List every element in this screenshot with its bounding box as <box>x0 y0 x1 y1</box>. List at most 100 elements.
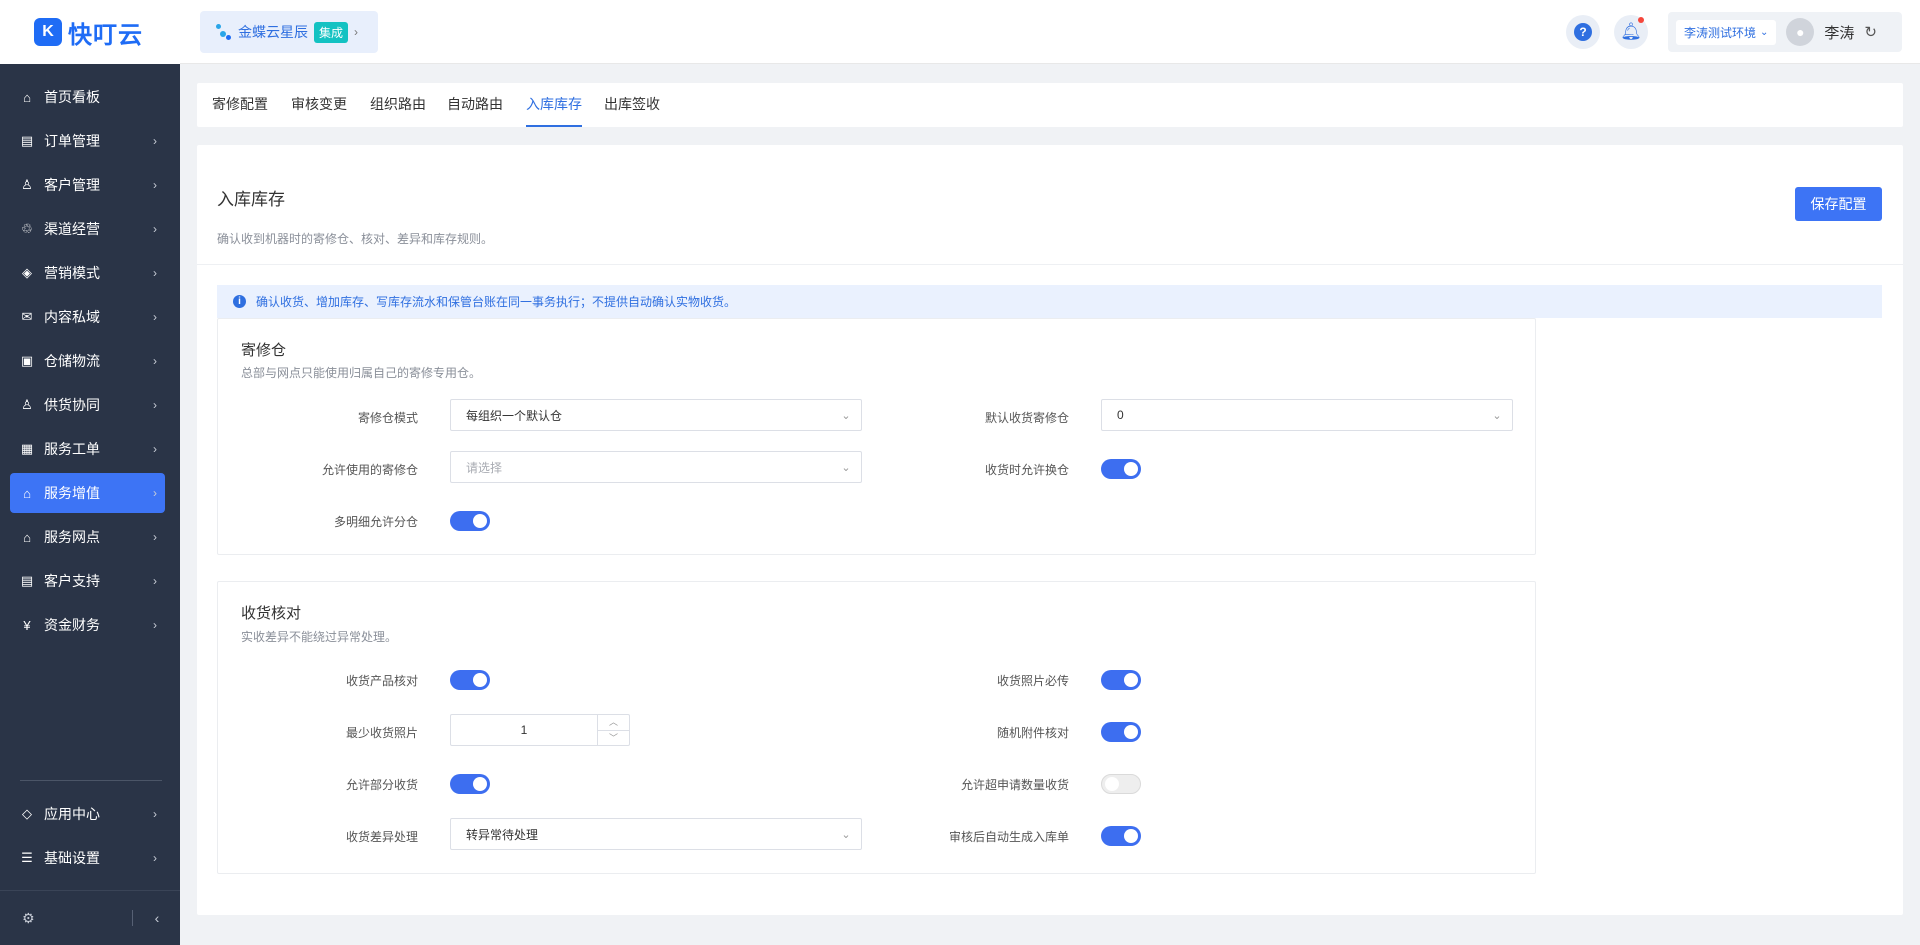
sidebar-item[interactable]: ▤ 订单管理 › <box>10 121 165 161</box>
select-value: 转异常待处理 <box>466 827 539 842</box>
notification-button[interactable]: 🔔︎ <box>1614 15 1648 49</box>
section-title: 寄修仓 <box>241 342 287 359</box>
sidebar-item-label: 服务工单 <box>44 441 100 457</box>
select-value: 0 <box>1117 408 1124 422</box>
chevron-right-icon: › <box>153 310 157 324</box>
nav-icon: ♙ <box>21 397 33 412</box>
field-label: 收货照片必传 <box>996 674 1069 688</box>
sidebar-item-label: 渠道经营 <box>44 221 100 237</box>
sidebar-nav-bottom: ◇ 应用中心 › ☰ 基础设置 › <box>10 794 165 882</box>
avatar[interactable]: ● <box>1786 18 1815 46</box>
field-label: 收货时允许换仓 <box>984 463 1069 477</box>
chevron-down-icon: ⌄ <box>841 461 851 474</box>
chevron-down-icon: ⌄ <box>1492 409 1502 422</box>
chevron-right-icon: › <box>153 807 157 821</box>
nav-icon: ⌂ <box>23 89 31 105</box>
help-button[interactable]: ? <box>1566 15 1600 49</box>
nav-icon: ⌂ <box>23 529 31 545</box>
brand-logo-icon <box>216 23 232 41</box>
sidebar-item-label: 应用中心 <box>44 806 100 822</box>
chevron-down-icon: ⌄ <box>1760 26 1769 38</box>
sidebar-item[interactable]: ◇ 应用中心 › <box>10 794 165 834</box>
sidebar-item[interactable]: ⌂ 首页看板 <box>10 77 165 117</box>
sidebar-item-label: 服务网点 <box>44 529 100 545</box>
difference-handling-select[interactable]: 转异常待处理 ⌄ <box>450 818 862 850</box>
sidebar-footer: ⚙ ‹ <box>0 890 180 945</box>
sidebar: K 快叮云 ⌂ 首页看板 ▤ 订单管理 › ♙ 客户管理 › ♲ 渠道经营 › ◈ 营销模式 › ✉ 内容私域… <box>0 0 180 945</box>
tab[interactable]: 组织路由 <box>370 83 426 127</box>
product-check-toggle[interactable] <box>450 670 490 690</box>
decrement-icon[interactable]: ﹀ <box>598 731 629 746</box>
default-warehouse-select[interactable]: 0 ⌄ <box>1101 399 1513 431</box>
tab[interactable]: 寄修配置 <box>212 83 268 127</box>
sidebar-item[interactable]: ¥ 资金财务 › <box>10 605 165 645</box>
nav-icon: ◇ <box>22 806 32 821</box>
tab[interactable]: 出库签收 <box>604 83 660 127</box>
stepper-value[interactable]: 1 <box>451 715 597 745</box>
brand-switcher[interactable]: 金蝶云星辰 集成 › <box>200 11 378 53</box>
section-warehouse: 寄修仓 总部与网点只能使用归属自己的寄修专用仓。 寄修仓模式 每组织一个默认仓 … <box>217 318 1536 555</box>
sidebar-item[interactable]: ✉ 内容私域 › <box>10 297 165 337</box>
sidebar-item-label: 内容私域 <box>44 309 100 325</box>
field-label: 收货产品核对 <box>345 674 418 688</box>
refresh-icon[interactable]: ↻ <box>1864 23 1877 41</box>
sidebar-item[interactable]: ▣ 仓储物流 › <box>10 341 165 381</box>
allow-split-warehouse-toggle[interactable] <box>450 511 490 531</box>
min-photos-stepper[interactable]: 1 ︿ ﹀ <box>450 714 630 746</box>
chevron-right-icon: › <box>354 25 359 39</box>
tab[interactable]: 自动路由 <box>447 83 503 127</box>
sidebar-item[interactable]: ☰ 基础设置 › <box>10 838 165 878</box>
environment-select[interactable]: 李涛测试环境 ⌄ <box>1676 19 1777 45</box>
chevron-right-icon: › <box>153 574 157 588</box>
main-panel: 入库库存 确认收到机器时的寄修仓、核对、差异和库存规则。 保存配置 i 确认收货… <box>197 145 1903 915</box>
nav-icon: ☰ <box>21 850 33 865</box>
field-label: 随机附件核对 <box>996 726 1069 740</box>
accessory-check-toggle[interactable] <box>1101 722 1141 742</box>
select-value: 每组织一个默认仓 <box>466 408 563 423</box>
chevron-right-icon: › <box>153 618 157 632</box>
sidebar-nav: ⌂ 首页看板 ▤ 订单管理 › ♙ 客户管理 › ♲ 渠道经营 › ◈ 营销模式 › ✉ 内容私域 › ▣ 仓储物流… <box>10 77 165 649</box>
collapse-sidebar-icon[interactable]: ‹ <box>155 910 160 926</box>
header-divider <box>197 264 1903 265</box>
warehouse-mode-select[interactable]: 每组织一个默认仓 ⌄ <box>450 399 862 431</box>
photo-required-toggle[interactable] <box>1101 670 1141 690</box>
sidebar-item[interactable]: ♲ 渠道经营 › <box>10 209 165 249</box>
increment-icon[interactable]: ︿ <box>598 715 629 731</box>
tab[interactable]: 入库库存 <box>526 83 582 127</box>
logo[interactable]: K 快叮云 <box>0 0 180 64</box>
auto-generate-toggle[interactable] <box>1101 826 1141 846</box>
chevron-right-icon: › <box>153 134 157 148</box>
section-description: 总部与网点只能使用归属自己的寄修专用仓。 <box>241 366 482 380</box>
sidebar-item[interactable]: ♙ 客户管理 › <box>10 165 165 205</box>
info-icon: i <box>233 295 246 308</box>
tab[interactable]: 审核变更 <box>291 83 347 127</box>
environment-label: 李涛测试环境 <box>1684 25 1757 40</box>
bell-icon: 🔔︎ <box>1620 22 1642 41</box>
sidebar-divider <box>20 780 162 781</box>
allowed-warehouse-select[interactable]: 请选择 ⌄ <box>450 451 862 483</box>
nav-icon: ⌂ <box>23 485 31 501</box>
sidebar-item[interactable]: ⌂ 服务网点 › <box>10 517 165 557</box>
user-name[interactable]: 李涛 <box>1824 22 1854 43</box>
question-circle-icon: ? <box>1574 23 1592 41</box>
field-label: 寄修仓模式 <box>357 411 418 425</box>
sidebar-item[interactable]: ◈ 营销模式 › <box>10 253 165 293</box>
over-quantity-toggle[interactable] <box>1101 774 1141 794</box>
partial-receipt-toggle[interactable] <box>450 774 490 794</box>
nav-icon: ▦ <box>20 441 34 456</box>
settings-icon[interactable]: ⚙ <box>22 910 35 927</box>
sidebar-item[interactable]: ▤ 客户支持 › <box>10 561 165 601</box>
nav-icon: ✉ <box>21 309 33 324</box>
section-title: 收货核对 <box>241 605 302 622</box>
sidebar-item-label: 仓储物流 <box>44 353 100 369</box>
alert-text: 确认收货、增加库存、写库存流水和保管台账在同一事务执行；不提供自动确认实物收货。 <box>256 295 737 309</box>
field-label: 允许部分收货 <box>345 778 418 792</box>
allow-switch-warehouse-toggle[interactable] <box>1101 459 1141 479</box>
nav-icon: ◈ <box>22 265 32 280</box>
section-receipt-check: 收货核对 实收差异不能绕过异常处理。 收货产品核对 收货照片必传 最少收货照片 … <box>217 581 1536 874</box>
sidebar-item[interactable]: ▦ 服务工单 › <box>10 429 165 469</box>
sidebar-item[interactable]: ♙ 供货协同 › <box>10 385 165 425</box>
sidebar-item[interactable]: ⌂ 服务增值 › <box>10 473 165 513</box>
tab-bar: 寄修配置 审核变更 组织路由 自动路由 入库库存 出库签收 <box>197 83 1903 127</box>
save-button[interactable]: 保存配置 <box>1795 187 1882 221</box>
